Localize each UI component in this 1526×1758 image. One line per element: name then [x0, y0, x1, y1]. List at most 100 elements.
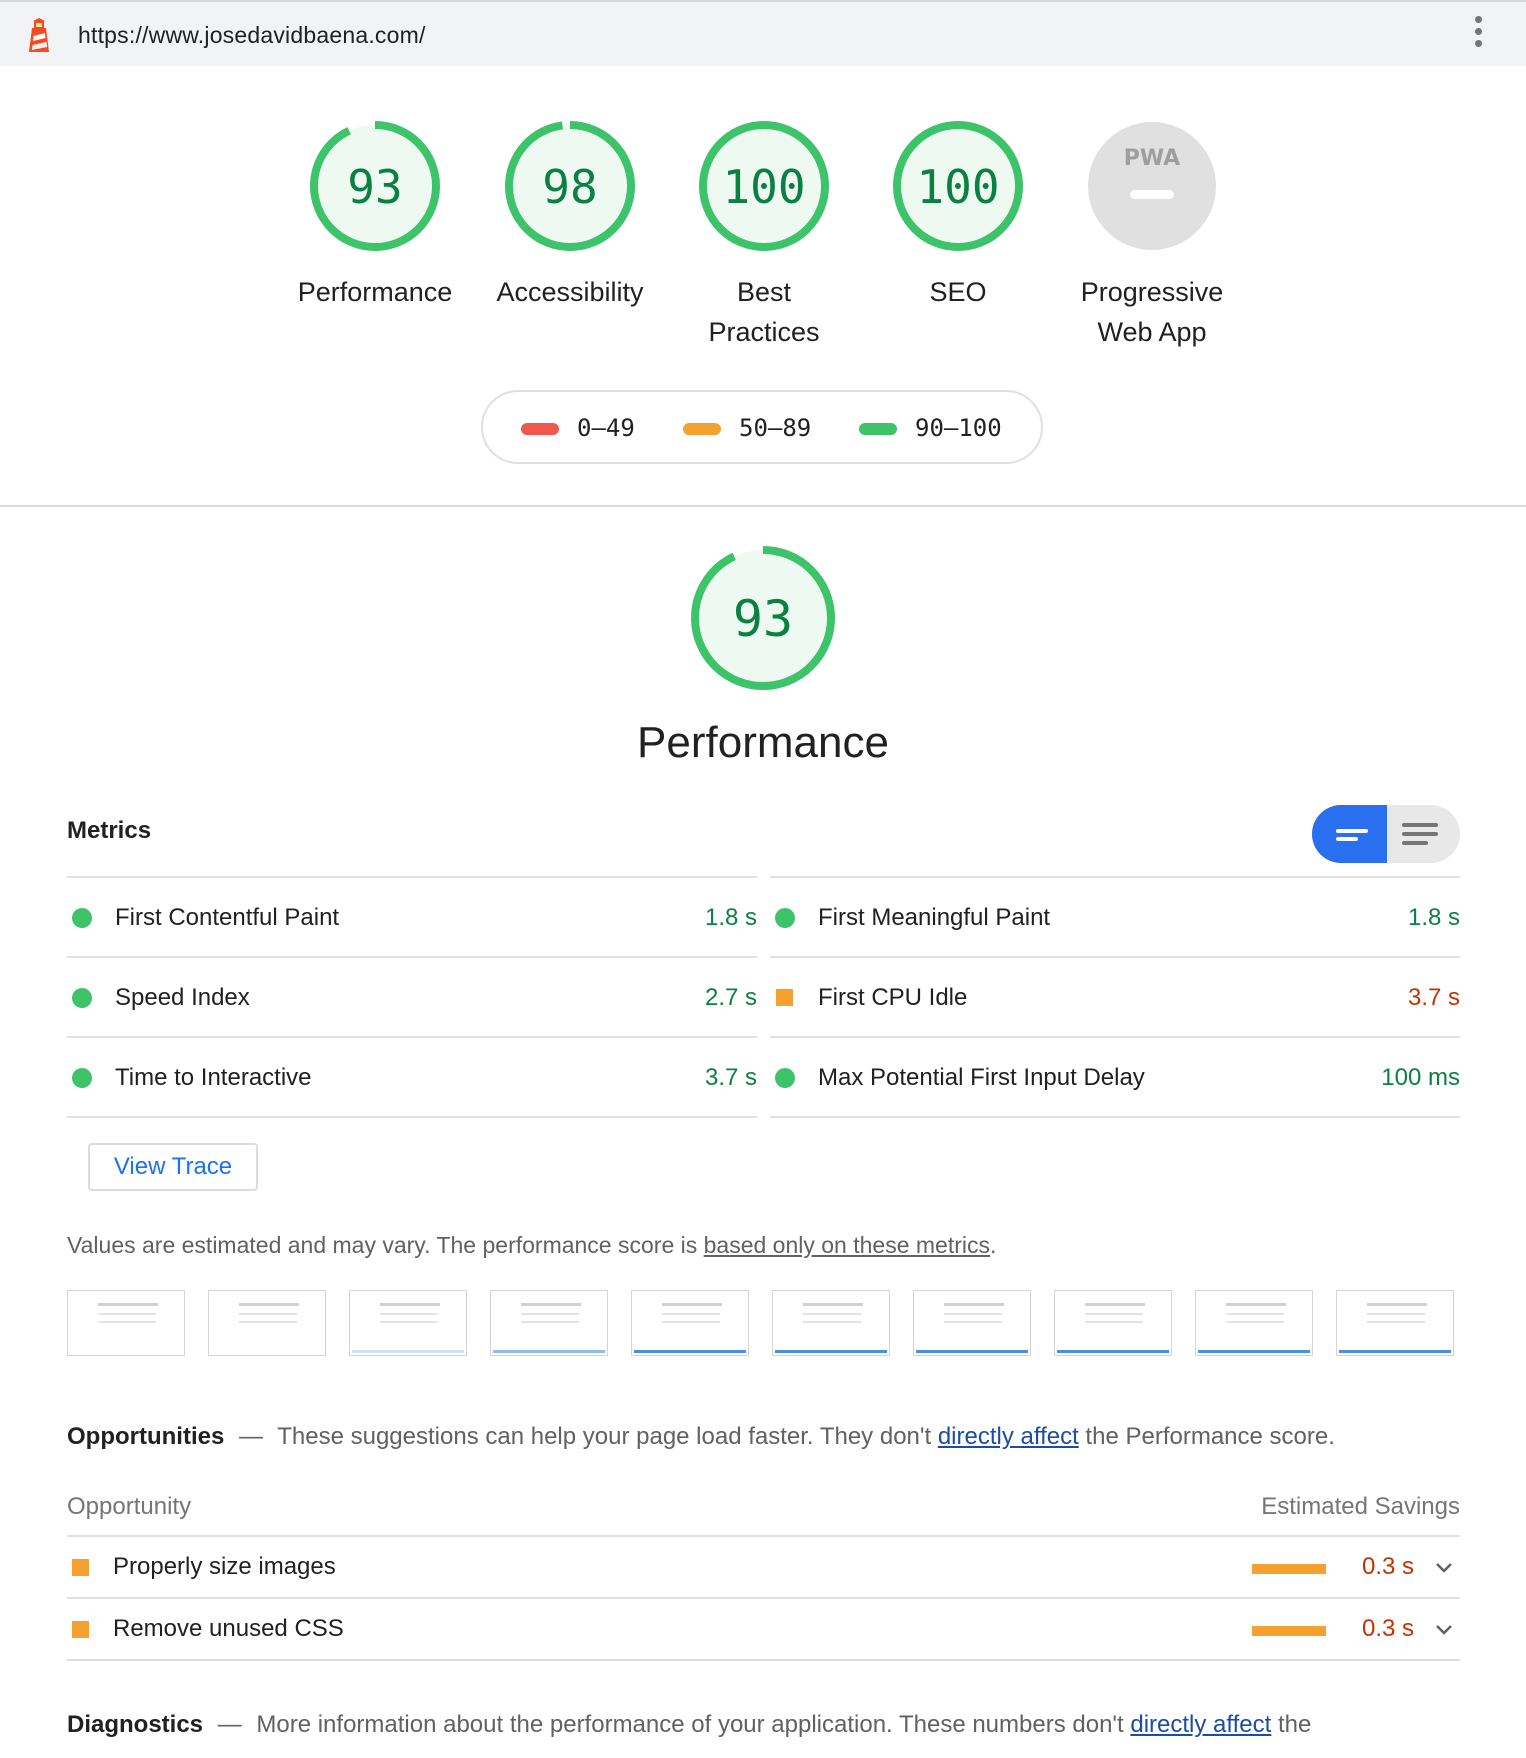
metric-name: First Contentful Paint [115, 904, 340, 931]
view-trace-button[interactable]: View Trace [88, 1143, 258, 1191]
filmstrip-frame [208, 1290, 326, 1356]
note-suffix: . [990, 1232, 997, 1258]
gauge-performance[interactable]: 93 Performance [278, 120, 472, 312]
pass-indicator-icon [775, 1068, 795, 1088]
gauge-best-practices[interactable]: 100 Best Practices [667, 120, 861, 352]
score-legend: 0–49 50–89 90–100 [481, 390, 1043, 464]
opportunity-savings: 0.3 s [1362, 1553, 1415, 1580]
list-icon-line [1336, 837, 1358, 841]
filmstrip-frame [913, 1290, 1031, 1356]
legend-fail-swatch [521, 423, 559, 435]
opportunities-desc-suffix: the Performance score. [1078, 1423, 1335, 1450]
metrics-view-toggle[interactable] [1312, 805, 1460, 863]
diagnostics-title: Diagnostics [67, 1711, 204, 1738]
metrics-heading: Metrics [67, 817, 152, 844]
opportunity-row[interactable]: Properly size images 0.3 s [67, 1535, 1460, 1597]
legend-range: 50–89 [739, 414, 812, 442]
legend-item-average: 50–89 [683, 414, 811, 442]
paragraph-icon-line [1402, 832, 1438, 836]
report-url: https://www.josedavidbaena.com/ [78, 22, 426, 48]
chevron-down-icon[interactable] [1432, 1617, 1456, 1641]
report-topbar: https://www.josedavidbaena.com/ [0, 0, 1526, 66]
paragraph-icon-line [1402, 841, 1428, 845]
metric-row: Speed Index 2.7 s [67, 956, 757, 1036]
compact-view-button[interactable] [1312, 805, 1387, 863]
metric-value: 100 ms [1381, 1064, 1460, 1091]
average-indicator-icon [72, 1621, 89, 1638]
chevron-down-icon[interactable] [1432, 1555, 1456, 1579]
diagnostics-desc-suffix: the [1271, 1711, 1312, 1738]
metric-row: First CPU Idle 3.7 s [770, 956, 1460, 1036]
opportunity-column-header: Opportunity [67, 1493, 192, 1520]
gauge-accessibility-ring: 98 [505, 121, 635, 251]
diagnostics-desc: More information about the performance o… [256, 1711, 1131, 1738]
opportunities-columns: Opportunity Estimated Savings [67, 1493, 1460, 1521]
metric-name: Speed Index [115, 984, 250, 1011]
pwa-badge-icon: PWA [1088, 122, 1216, 250]
opportunity-row[interactable]: Remove unused CSS 0.3 s [67, 1597, 1460, 1661]
diagnostics-heading: Diagnostics — More information about the… [67, 1707, 1467, 1743]
filmstrip-frame [1195, 1290, 1313, 1356]
savings-bar [1252, 1564, 1326, 1574]
legend-item-pass: 90–100 [859, 414, 1002, 442]
legend-range: 90–100 [915, 414, 1002, 442]
performance-score: 93 [733, 590, 793, 648]
gauge-score: 93 [347, 160, 402, 214]
svg-text:PWA: PWA [1124, 146, 1180, 171]
metric-name: Time to Interactive [115, 1064, 312, 1091]
metric-name: Max Potential First Input Delay [818, 1064, 1145, 1091]
legend-item-fail: 0–49 [521, 414, 635, 442]
gauge-label: SEO [929, 277, 987, 307]
directly-affect-link[interactable]: directly affect [1130, 1711, 1271, 1738]
gauge-label: Best Practices [708, 277, 820, 347]
gauge-label: Performance [297, 277, 453, 307]
metric-value: 3.7 s [704, 1064, 757, 1091]
gauge-label: Progressive Web App [1080, 277, 1224, 347]
directly-affect-link[interactable]: directly affect [938, 1423, 1079, 1450]
opportunity-name: Remove unused CSS [113, 1615, 344, 1642]
gauge-label: Accessibility [496, 277, 644, 307]
performance-gauge: 93 [691, 546, 835, 690]
metric-name: First Meaningful Paint [818, 904, 1051, 931]
opportunities-table: Properly size images 0.3 s Remove unused… [67, 1535, 1460, 1661]
opportunities-desc: These suggestions can help your page loa… [277, 1423, 938, 1450]
more-vert-icon[interactable] [1470, 16, 1486, 56]
gauge-score: 100 [916, 160, 999, 214]
savings-column-header: Estimated Savings [1261, 1493, 1460, 1520]
metric-row: First Contentful Paint 1.8 s [67, 876, 757, 956]
metrics-column-right: First Meaningful Paint 1.8 s First CPU I… [770, 876, 1460, 1118]
average-indicator-icon [72, 1559, 89, 1576]
pass-indicator-icon [72, 1068, 92, 1088]
filmstrip-frame [1336, 1290, 1454, 1356]
metric-row: Max Potential First Input Delay 100 ms [770, 1036, 1460, 1118]
pass-indicator-icon [72, 988, 92, 1008]
gauge-pwa[interactable]: PWA Progressive Web App [1055, 120, 1249, 352]
heading-dash: — [217, 1711, 242, 1738]
lighthouse-logo-icon [29, 18, 49, 52]
gauge-score: 98 [542, 160, 597, 214]
gauge-seo[interactable]: 100 SEO [861, 120, 1055, 312]
filmstrip-frame [1054, 1290, 1172, 1356]
metric-value: 1.8 s [704, 904, 757, 931]
opportunities-title: Opportunities [67, 1423, 225, 1450]
average-indicator-icon [776, 989, 793, 1006]
filmstrip-frame [631, 1290, 749, 1356]
note-text: Values are estimated and may vary. The p… [67, 1232, 704, 1258]
metrics-note: Values are estimated and may vary. The p… [67, 1232, 996, 1259]
opportunities-heading: Opportunities — These suggestions can he… [67, 1423, 1335, 1451]
metric-row: First Meaningful Paint 1.8 s [770, 876, 1460, 956]
opportunity-savings: 0.3 s [1362, 1615, 1415, 1642]
filmstrip-frame [772, 1290, 890, 1356]
heading-dash: — [239, 1423, 263, 1450]
filmstrip-frame [67, 1290, 185, 1356]
pass-indicator-icon [775, 908, 795, 928]
metric-value: 3.7 s [1407, 984, 1460, 1011]
filmstrip-frame [349, 1290, 467, 1356]
list-icon [1336, 829, 1368, 833]
savings-bar [1252, 1626, 1326, 1636]
gauge-accessibility[interactable]: 98 Accessibility [473, 120, 667, 312]
metric-name: First CPU Idle [818, 984, 968, 1011]
legend-range: 0–49 [577, 414, 635, 442]
opportunity-name: Properly size images [113, 1553, 336, 1580]
metrics-link[interactable]: based only on these metrics [704, 1232, 990, 1258]
